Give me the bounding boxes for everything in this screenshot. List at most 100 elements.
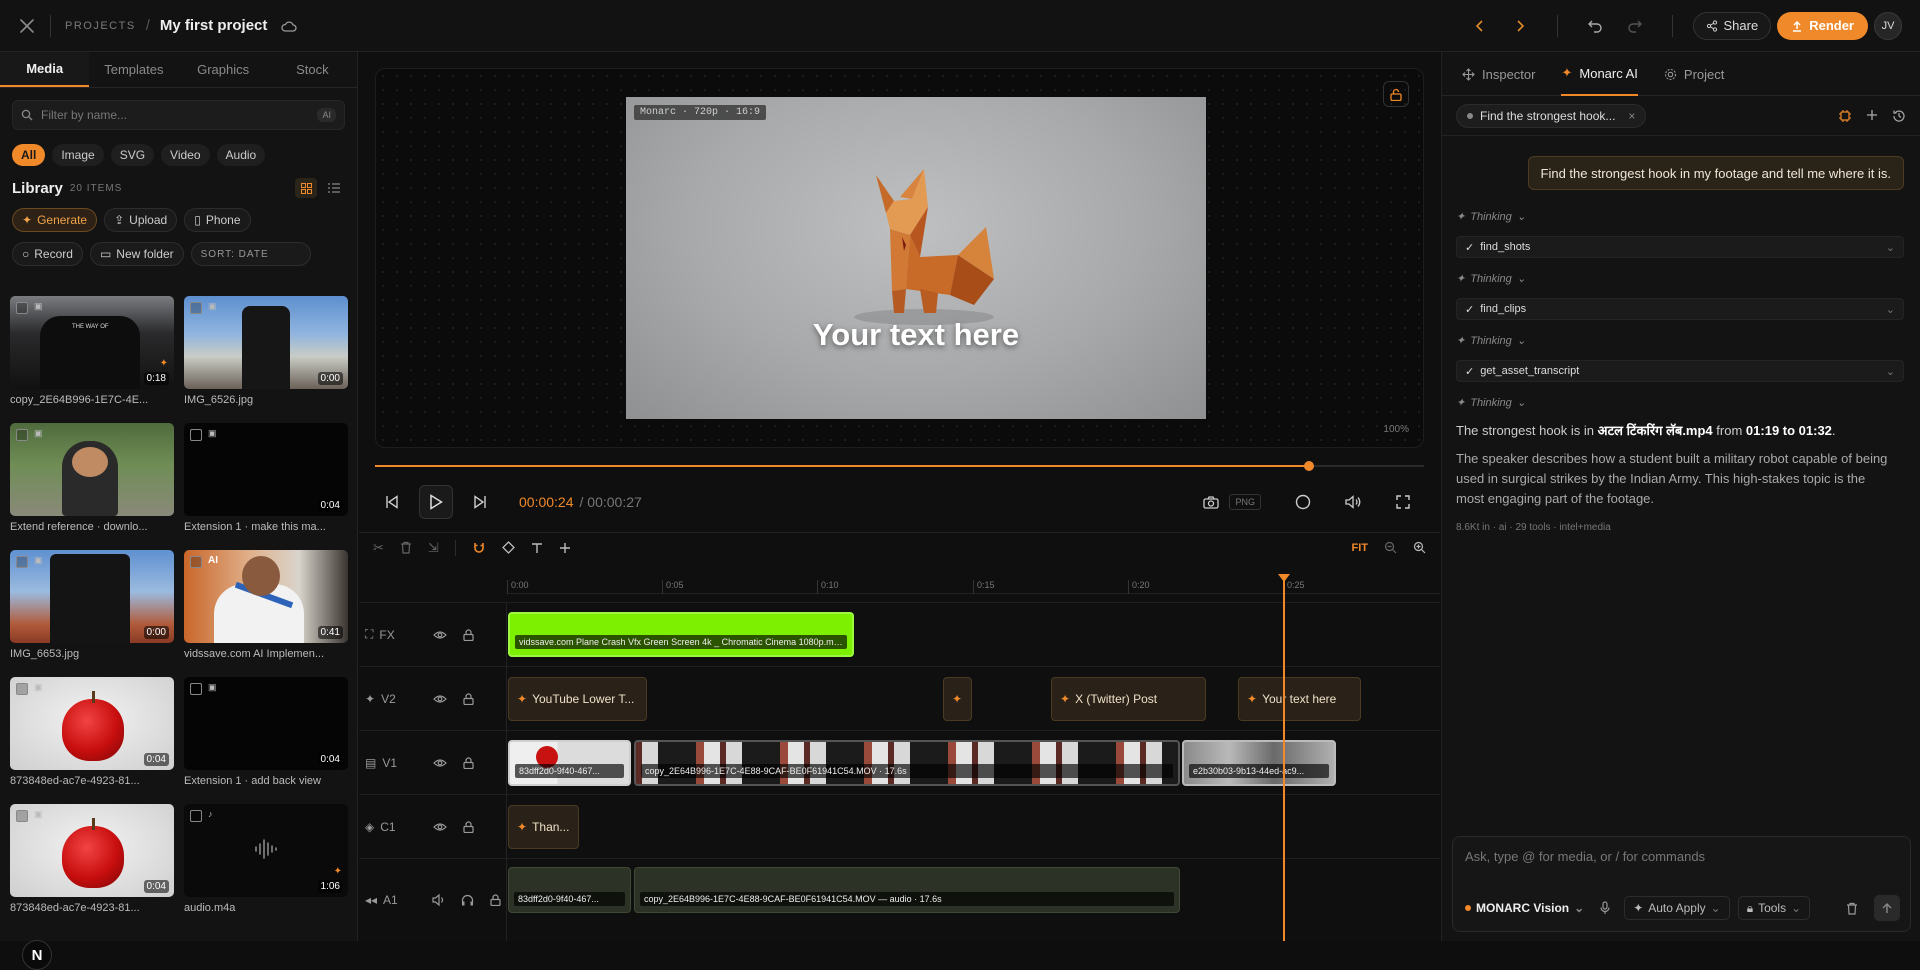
- select-checkbox[interactable]: [190, 683, 202, 695]
- new-thread-icon[interactable]: [1866, 109, 1878, 123]
- chip-icon[interactable]: [1838, 109, 1852, 123]
- share-button[interactable]: Share: [1692, 11, 1772, 40]
- tool-call[interactable]: ✓ get_asset_transcript ⌄: [1456, 360, 1904, 382]
- eye-icon[interactable]: [429, 630, 451, 640]
- undo-icon[interactable]: [1578, 11, 1612, 41]
- render-button[interactable]: Render: [1777, 11, 1868, 40]
- filter-audio[interactable]: Audio: [216, 144, 266, 166]
- select-checkbox[interactable]: [16, 429, 28, 441]
- fit-button[interactable]: FIT: [1352, 542, 1369, 554]
- timeline-clip[interactable]: 83dff2d0-9f40-467...: [508, 740, 631, 786]
- new-folder-button[interactable]: ▭ New folder: [89, 242, 184, 266]
- media-item[interactable]: ♪ ✦ 1:06 audio.m4a: [184, 804, 348, 914]
- timeline-ruler[interactable]: 0:00 0:05 0:10 0:15 0:20 0:25: [507, 576, 1440, 594]
- project-title[interactable]: My first project: [160, 17, 268, 34]
- scrubber-handle[interactable]: [1303, 461, 1314, 471]
- keyframe-icon[interactable]: [501, 541, 515, 554]
- zoom-in-icon[interactable]: [1413, 541, 1426, 554]
- tools-dropdown[interactable]: 🔒︎ Tools ⌄: [1737, 896, 1811, 920]
- tab-templates[interactable]: Templates: [89, 52, 178, 87]
- volume-icon[interactable]: [1345, 495, 1362, 509]
- timeline-clip[interactable]: ✦ Your text here: [1238, 677, 1361, 721]
- text-tool-icon[interactable]: [531, 542, 543, 554]
- tab-inspector[interactable]: Inspector: [1462, 52, 1535, 96]
- timeline-clip[interactable]: ✦ YouTube Lower T...: [508, 677, 647, 721]
- model-selector[interactable]: MONARC Vision ⌄: [1463, 896, 1586, 920]
- select-checkbox[interactable]: [16, 556, 28, 568]
- sort-dropdown[interactable]: SORT: DATE: [190, 242, 311, 266]
- timeline-clip[interactable]: 83dff2d0-9f40-467...: [508, 867, 631, 913]
- breadcrumb-projects[interactable]: PROJECTS: [65, 20, 136, 32]
- lock-icon[interactable]: [484, 894, 506, 906]
- headphones-icon[interactable]: [456, 894, 478, 906]
- skip-forward-icon[interactable]: [463, 485, 497, 519]
- trash-icon[interactable]: [400, 541, 412, 554]
- camera-icon[interactable]: [1203, 495, 1220, 509]
- avatar[interactable]: JV: [1874, 11, 1902, 40]
- logo-icon[interactable]: [18, 17, 36, 35]
- png-format-badge[interactable]: PNG: [1229, 494, 1261, 510]
- media-item[interactable]: ▣ 0:04 Extension 1 · add back view: [184, 677, 348, 787]
- media-item[interactable]: ▣ 0:04 Extension 1 · make this ma...: [184, 423, 348, 533]
- tab-project[interactable]: Project: [1664, 52, 1724, 96]
- tab-graphics[interactable]: Graphics: [179, 52, 268, 87]
- select-checkbox[interactable]: [16, 683, 28, 695]
- media-item[interactable]: ▣ 0:00 IMG_6526.jpg: [184, 296, 348, 406]
- split-icon[interactable]: ⇲: [428, 540, 439, 556]
- chevron-right-icon[interactable]: [1503, 11, 1537, 41]
- playhead[interactable]: [1283, 577, 1285, 941]
- auto-apply-toggle[interactable]: ✦ Auto Apply ⌄: [1624, 896, 1730, 920]
- tab-media[interactable]: Media: [0, 52, 90, 87]
- grid-view-icon[interactable]: [295, 178, 317, 198]
- filter-video[interactable]: Video: [161, 144, 210, 166]
- timeline-clip[interactable]: ✦ X (Twitter) Post: [1051, 677, 1206, 721]
- timeline-clip[interactable]: ✦ Than...: [508, 805, 579, 849]
- fullscreen-icon[interactable]: [1396, 495, 1410, 509]
- generate-button[interactable]: ✦ Generate: [12, 208, 98, 232]
- timeline-clip[interactable]: copy_2E64B996-1E7C-4E88-9CAF-BE0F61941C5…: [634, 740, 1180, 786]
- preview-frame[interactable]: Monarc · 720p · 16:9 Your text here: [626, 97, 1206, 419]
- play-button[interactable]: [419, 485, 453, 519]
- trash-icon[interactable]: [1846, 902, 1858, 915]
- history-icon[interactable]: [1892, 109, 1906, 123]
- tool-call[interactable]: ✓ find_shots ⌄: [1456, 236, 1904, 258]
- lock-icon[interactable]: [457, 628, 479, 641]
- answer-file[interactable]: अटल टिंकरिंग लॅब.mp4: [1598, 423, 1713, 438]
- select-checkbox[interactable]: [190, 429, 202, 441]
- upload-button[interactable]: ⇪ Upload: [104, 208, 178, 232]
- thread-chip[interactable]: Find the strongest hook... ×: [1456, 103, 1647, 128]
- redo-icon[interactable]: [1618, 11, 1652, 41]
- media-item[interactable]: AI 0:41 vidssave.com AI Implemen...: [184, 550, 348, 660]
- skip-back-icon[interactable]: [375, 485, 409, 519]
- media-item[interactable]: ▣ Extend reference · downlo...: [10, 423, 174, 533]
- lock-icon[interactable]: [1383, 81, 1409, 107]
- record-circle-icon[interactable]: [1295, 494, 1311, 510]
- magnet-icon[interactable]: [472, 541, 486, 555]
- thinking-toggle[interactable]: ✦ Thinking ⌄: [1456, 272, 1526, 286]
- select-checkbox[interactable]: [190, 302, 202, 314]
- speaker-icon[interactable]: [429, 894, 451, 906]
- timeline-clip[interactable]: copy_2E64B996-1E7C-4E88-9CAF-BE0F61941C5…: [634, 867, 1180, 913]
- filter-svg[interactable]: SVG: [110, 144, 155, 166]
- lock-icon[interactable]: [457, 756, 479, 769]
- zoom-out-icon[interactable]: [1384, 541, 1397, 554]
- thinking-toggle[interactable]: ✦ Thinking ⌄: [1456, 396, 1526, 410]
- tab-monarc-ai[interactable]: ✦ Monarc AI: [1561, 52, 1638, 96]
- media-item[interactable]: ▣ 0:04 873848ed-ac7e-4923-81...: [10, 804, 174, 914]
- overlay-text[interactable]: Your text here: [626, 317, 1206, 353]
- eye-icon[interactable]: [429, 694, 451, 704]
- media-item[interactable]: ▣ 0:00 IMG_6653.jpg: [10, 550, 174, 660]
- select-checkbox[interactable]: [16, 302, 28, 314]
- microphone-icon[interactable]: [1600, 901, 1610, 915]
- scissors-icon[interactable]: ✂: [373, 540, 384, 556]
- tab-stock[interactable]: Stock: [268, 52, 357, 87]
- select-checkbox[interactable]: [16, 810, 28, 822]
- filter-input[interactable]: [41, 108, 310, 122]
- eye-icon[interactable]: [429, 822, 451, 832]
- n-badge[interactable]: N: [22, 940, 52, 970]
- thinking-toggle[interactable]: ✦ Thinking ⌄: [1456, 210, 1526, 224]
- filter-all[interactable]: All: [12, 144, 46, 166]
- media-item[interactable]: THE WAY OF ▣ ✦ 0:18 copy_2E64B996-1E7C-4…: [10, 296, 174, 406]
- timeline-clip[interactable]: ✦: [943, 677, 972, 721]
- add-icon[interactable]: [559, 542, 571, 554]
